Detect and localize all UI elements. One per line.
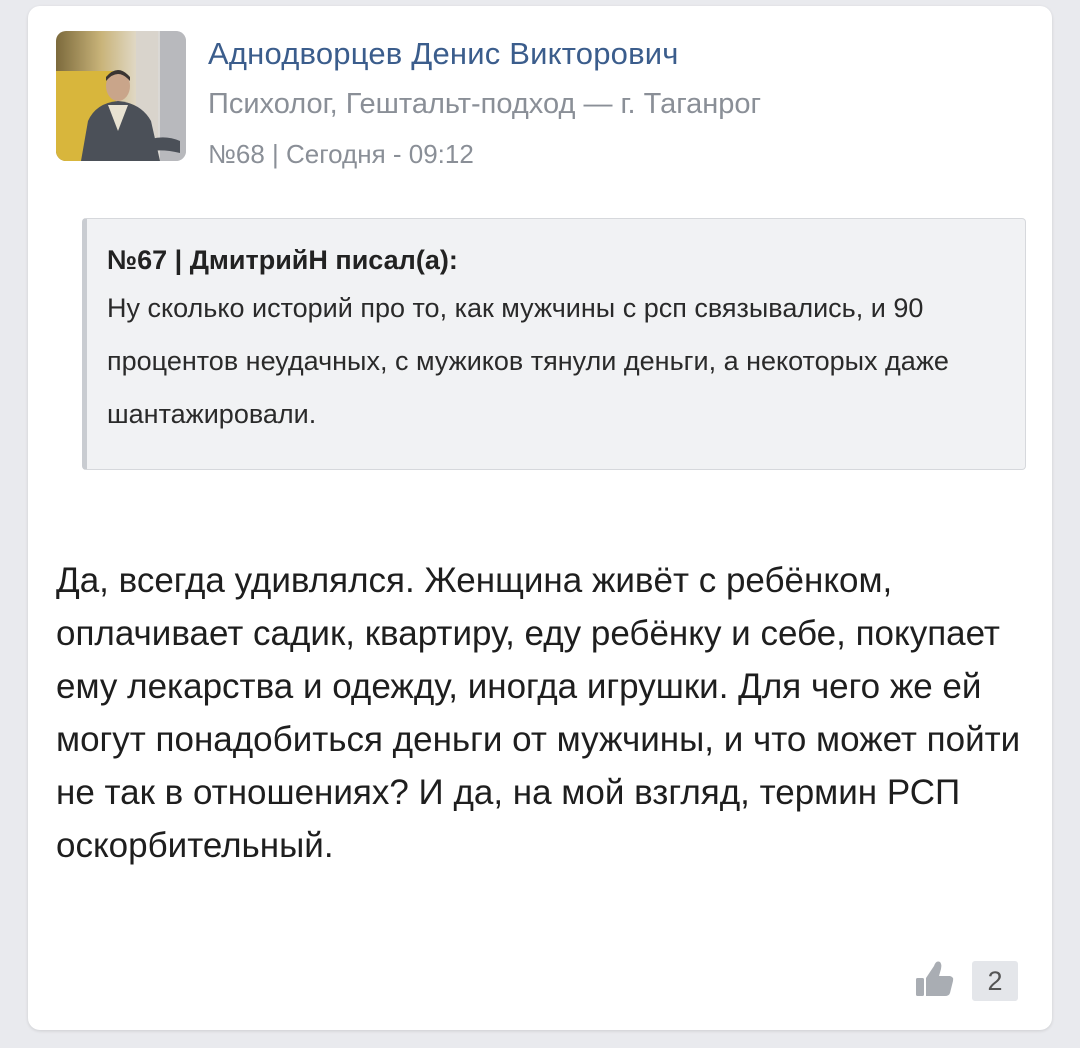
author-avatar[interactable] [56, 31, 186, 161]
thumbs-up-icon [916, 961, 954, 996]
author-name-link[interactable]: Аднодворцев Денис Викторович [208, 36, 679, 72]
quote-header: №67 | ДмитрийН писал(а): [107, 245, 458, 275]
author-role: Психолог, Гештальт-подход — г. Таганрог [208, 88, 762, 120]
post-body-text: Да, всегда удивлялся. Женщина живёт с ре… [56, 561, 1021, 865]
avatar-photo [56, 31, 186, 161]
forum-post-card: Аднодворцев Денис Викторович Психолог, Г… [28, 6, 1052, 1030]
quote-text: Ну сколько историй про то, как мужчины с… [107, 293, 949, 429]
quote-block: №67 | ДмитрийН писал(а): Ну сколько исто… [82, 218, 1026, 470]
like-count: 2 [972, 961, 1018, 1001]
like-button[interactable] [912, 956, 958, 1002]
post-meta: №68 | Сегодня - 09:12 [208, 139, 474, 169]
